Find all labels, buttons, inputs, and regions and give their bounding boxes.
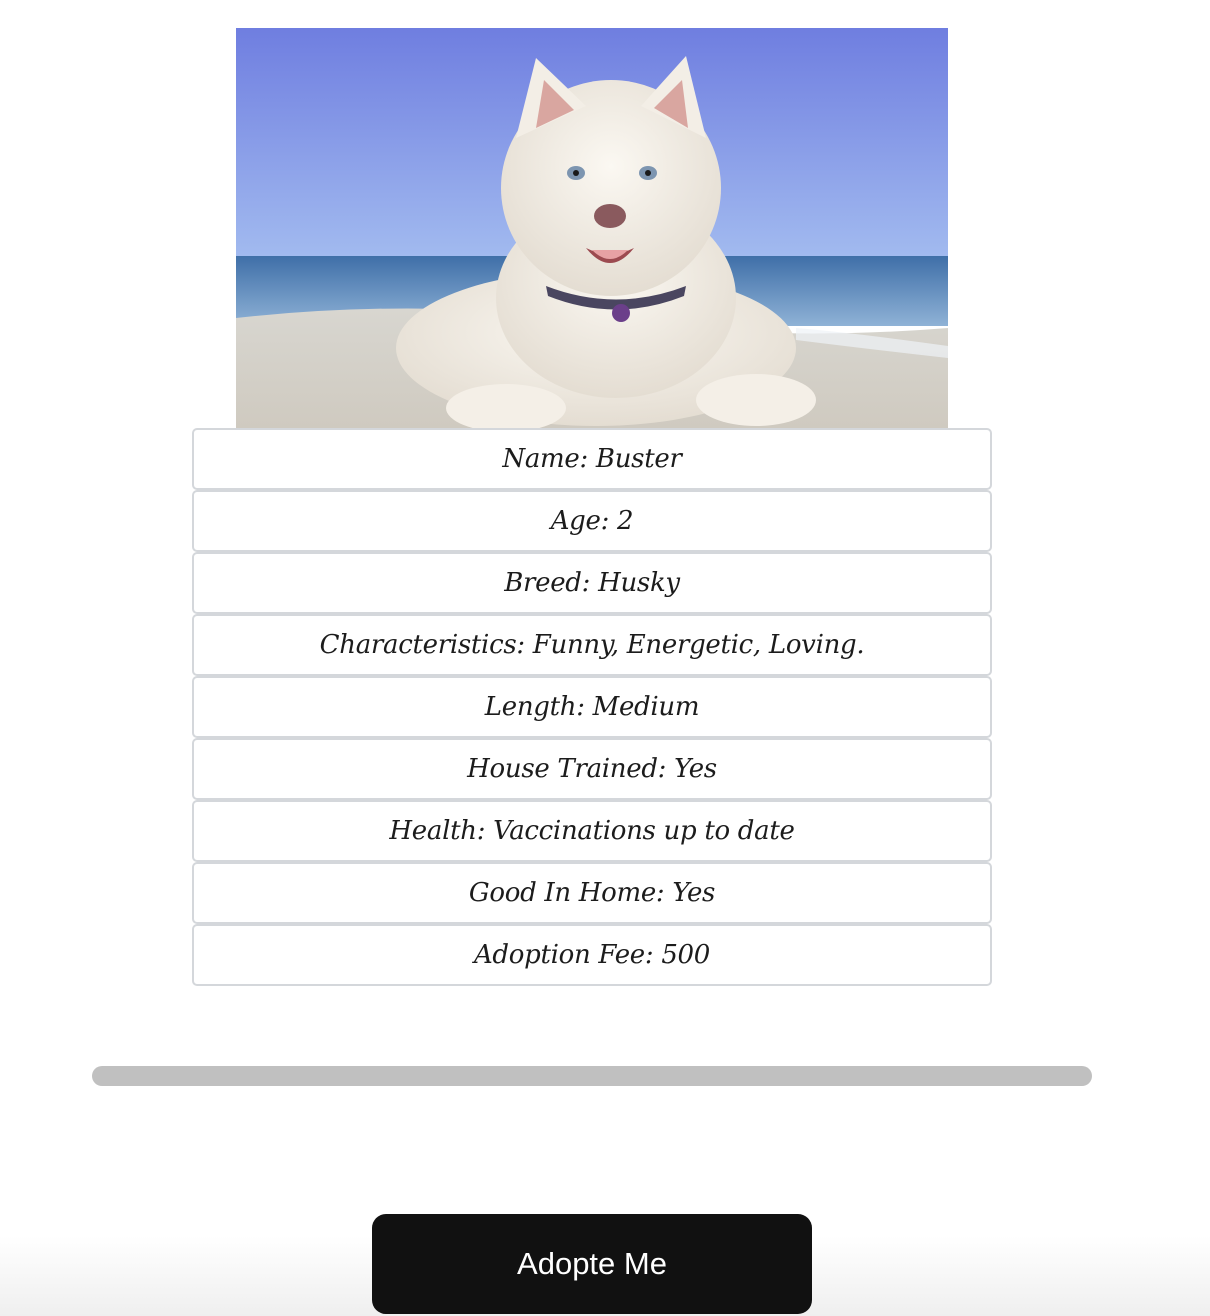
detail-house-trained: House Trained: Yes bbox=[192, 738, 992, 800]
detail-length: Length: Medium bbox=[192, 676, 992, 738]
puppy-on-beach-image bbox=[236, 28, 948, 428]
detail-characteristics: Characteristics: Funny, Energetic, Lovin… bbox=[192, 614, 992, 676]
detail-name: Name: Buster bbox=[192, 428, 992, 490]
horizontal-scrollbar[interactable] bbox=[92, 1066, 1092, 1086]
detail-age: Age: 2 bbox=[192, 490, 992, 552]
pet-details-list: Name: Buster Age: 2 Breed: Husky Charact… bbox=[192, 428, 992, 986]
detail-health: Health: Vaccinations up to date bbox=[192, 800, 992, 862]
detail-breed: Breed: Husky bbox=[192, 552, 992, 614]
detail-adoption-fee: Adoption Fee: 500 bbox=[192, 924, 992, 986]
detail-good-in-home: Good In Home: Yes bbox=[192, 862, 992, 924]
pet-photo bbox=[236, 28, 948, 428]
adopt-me-button[interactable]: Adopte Me bbox=[372, 1214, 812, 1314]
